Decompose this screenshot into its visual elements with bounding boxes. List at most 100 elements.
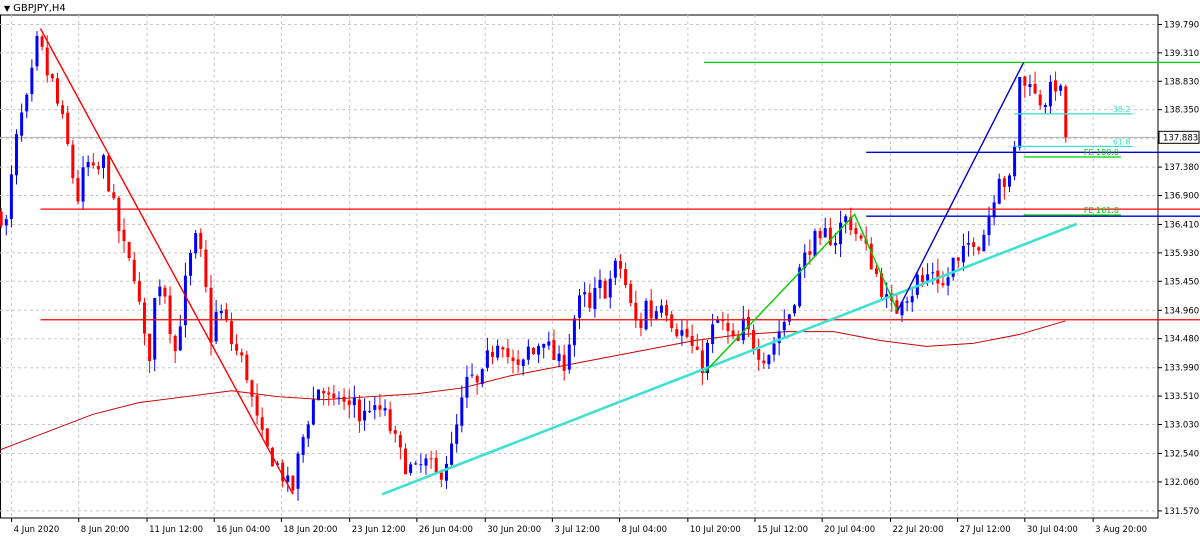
candle-body [598,279,602,289]
candle [342,388,346,411]
candle [352,385,356,418]
candle [398,431,402,460]
candle [695,333,699,351]
candle-body [4,219,8,226]
candle [357,395,361,433]
candle [81,156,85,210]
candle [311,386,315,426]
x-tick-label: 4 Jun 2020 [14,525,60,535]
candle [15,129,19,185]
candle-body [107,155,111,192]
fibo-level-label: 38.2 [1113,105,1131,114]
candle [700,339,704,385]
candle-body [757,348,761,360]
candle-body [153,297,157,360]
candle-body [506,348,510,358]
candle [997,173,1001,205]
candle-body [45,47,49,76]
y-tick-label: 134.960 [1164,306,1199,316]
candle [127,241,131,262]
price-chart[interactable]: 139.790139.310138.830138.350137.860137.3… [0,0,1200,540]
candle [25,93,29,119]
candle-body [20,112,24,136]
candle [409,462,413,476]
candle [229,312,233,351]
candle-body [951,257,955,277]
candle-body [639,320,643,329]
candle-body [1038,94,1042,106]
y-tick-label: 131.570 [1164,507,1199,517]
candle-body [823,228,827,238]
candle-body [1028,84,1032,88]
candle-body [910,296,914,303]
candle-body [654,311,658,319]
candle-body [250,380,254,397]
candle-body [624,269,628,286]
candle [552,329,556,361]
candle-body [168,295,172,335]
candle [148,333,152,373]
candle [813,228,817,257]
candle [1028,74,1032,96]
candle-body [50,74,54,79]
candle [189,249,193,286]
candle-body [572,318,576,346]
candle-body [240,352,244,356]
candle [680,320,684,346]
candle [1043,103,1047,114]
candle-body [81,167,85,202]
candle [86,155,90,177]
candle [941,271,945,288]
candle [782,309,786,339]
candle [327,386,331,406]
candle [40,34,44,51]
candle-body [926,274,930,281]
candle-body [291,475,295,491]
candle [250,379,254,407]
candle [547,331,551,350]
candle [434,450,438,475]
candle-body [665,305,669,316]
candle [572,315,576,357]
candle-body [997,178,1001,204]
y-tick-label: 138.350 [1164,106,1199,116]
candle-body [1007,175,1011,187]
candle-body [1059,85,1063,91]
candle-body [296,453,300,489]
candle [588,283,592,313]
candle-body [204,249,208,288]
candle [629,280,633,307]
candle [485,337,489,372]
candle-body [357,399,361,422]
candle [301,434,305,463]
candle [71,139,75,184]
candle-body [480,369,484,384]
candle [460,385,464,433]
candle [767,354,771,369]
candle-body [854,228,858,234]
candle [455,414,459,453]
candle [444,455,448,489]
y-tick-label: 135.450 [1164,277,1199,287]
candle [823,217,827,238]
candle-body [813,231,817,257]
candle [506,338,510,364]
candle-body [992,202,996,218]
candle-body [214,311,218,342]
candle [992,194,996,226]
candle [117,196,121,244]
candle-body [327,392,331,395]
candle-body [752,330,756,350]
x-tick-label: 3 Aug 20:00 [1095,525,1147,535]
candle-body [173,335,177,352]
candle [946,267,950,296]
candle [255,383,259,425]
candle [1059,83,1063,96]
candle [332,384,336,406]
candle-body [844,216,848,222]
candle-body [741,318,745,341]
candle [793,303,797,317]
candle-body [1033,83,1037,94]
x-tick-label: 10 Jul 20:00 [690,525,741,535]
y-tick-label: 138.830 [1164,77,1199,87]
